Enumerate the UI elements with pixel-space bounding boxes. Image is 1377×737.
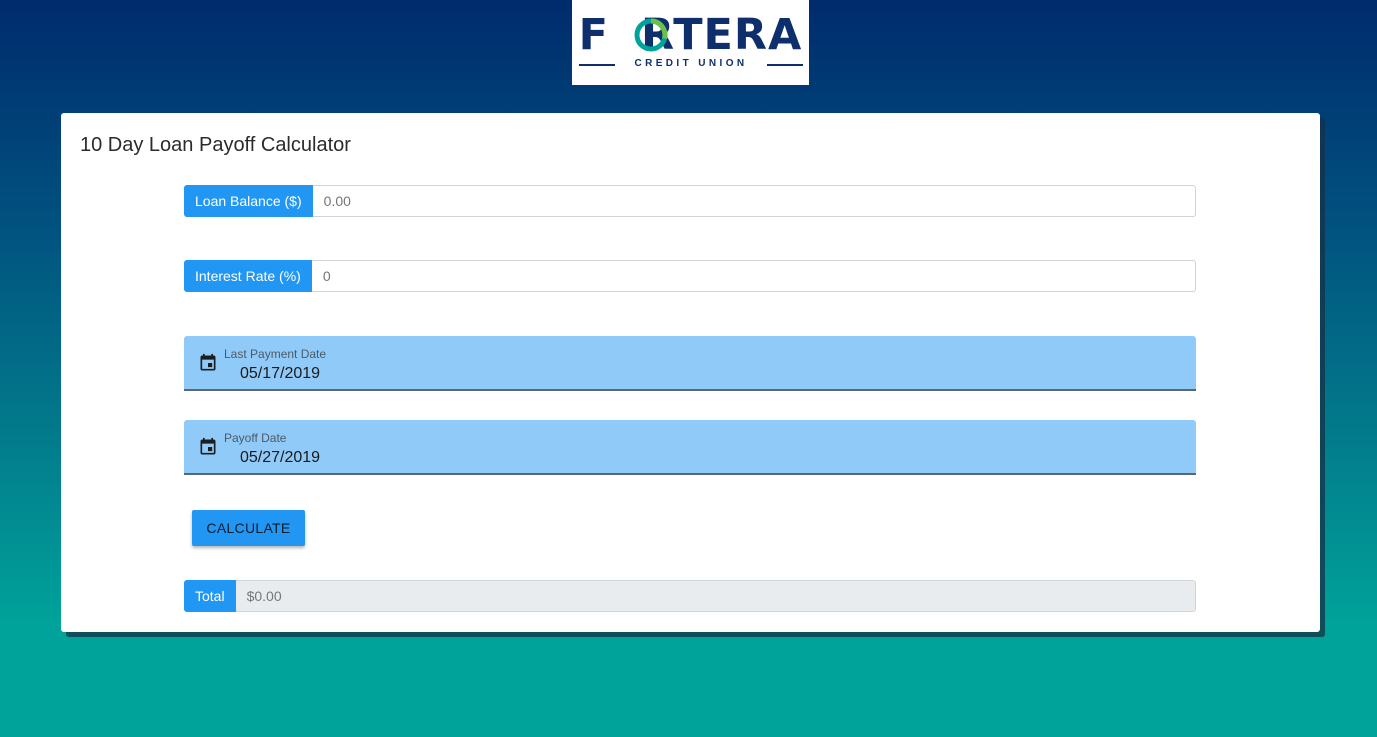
logo-wordmark: F RTERA	[578, 10, 803, 60]
logo-subtitle: CREDIT UNION	[572, 58, 809, 70]
total-label: Total	[184, 580, 236, 612]
loan-balance-input[interactable]	[312, 185, 1196, 217]
loan-balance-group: Loan Balance ($)	[184, 185, 1196, 217]
last-payment-date-value[interactable]: 05/17/2019	[240, 364, 320, 384]
last-payment-date-field[interactable]: Last Payment Date 05/17/2019	[184, 336, 1196, 391]
loan-balance-label: Loan Balance ($)	[184, 185, 313, 217]
fortera-logo: F RTERA CREDIT UNION	[572, 0, 809, 85]
calendar-icon[interactable]	[198, 353, 218, 373]
total-value: $0.00	[235, 580, 1196, 612]
calendar-icon[interactable]	[198, 437, 218, 457]
payoff-date-field[interactable]: Payoff Date 05/27/2019	[184, 420, 1196, 475]
logo-subtitle-text: CREDIT UNION	[634, 58, 748, 69]
page-title: 10 Day Loan Payoff Calculator	[80, 134, 351, 156]
interest-rate-group: Interest Rate (%)	[184, 260, 1196, 292]
logo-ring-icon	[634, 18, 668, 52]
calculate-button[interactable]: CALCULATE	[192, 510, 305, 546]
interest-rate-input[interactable]	[311, 260, 1196, 292]
payoff-date-label: Payoff Date	[224, 431, 287, 445]
interest-rate-label: Interest Rate (%)	[184, 260, 312, 292]
total-group: Total $0.00	[184, 580, 1196, 612]
calculator-card: 10 Day Loan Payoff Calculator Loan Balan…	[61, 113, 1320, 632]
payoff-date-value[interactable]: 05/27/2019	[240, 448, 320, 468]
last-payment-date-label: Last Payment Date	[224, 347, 327, 361]
